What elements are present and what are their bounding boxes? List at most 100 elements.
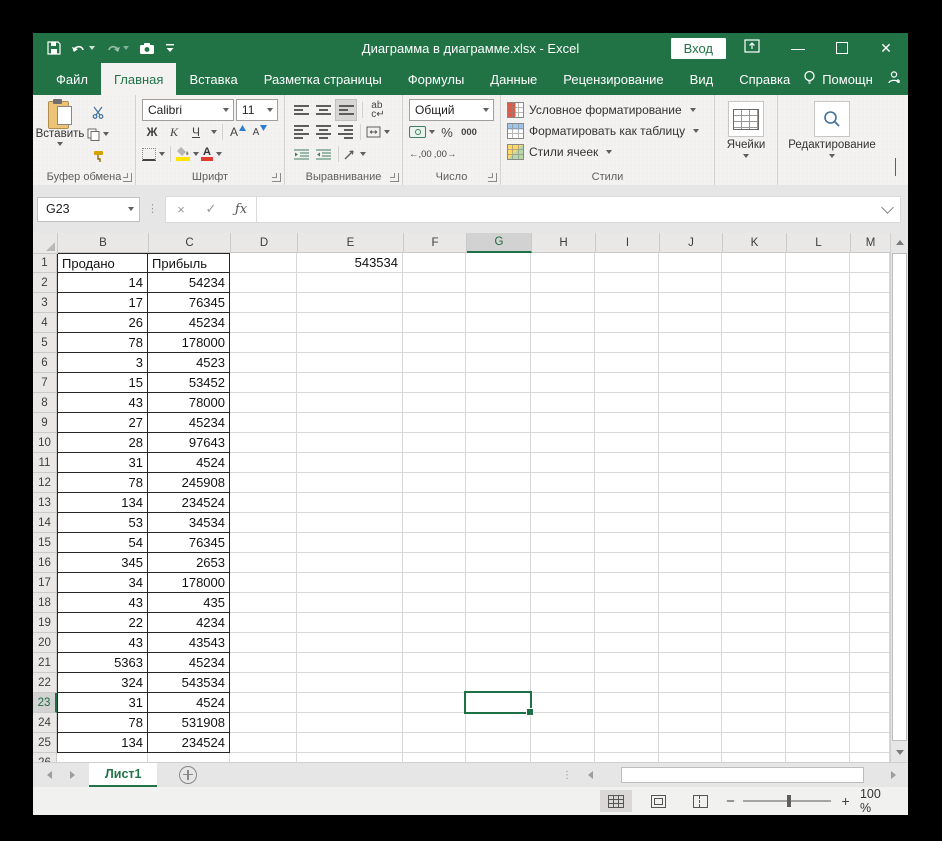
cell-I22[interactable]: [595, 673, 659, 693]
cell-H10[interactable]: [531, 433, 595, 453]
cell-H23[interactable]: [531, 693, 595, 713]
row-header-5[interactable]: 5: [33, 333, 57, 353]
row-header-19[interactable]: 19: [33, 613, 57, 633]
cell-J9[interactable]: [659, 413, 722, 433]
cell-I26[interactable]: [595, 753, 659, 762]
cell-E8[interactable]: [297, 393, 403, 413]
cell-E7[interactable]: [297, 373, 403, 393]
tab-файл[interactable]: Файл: [43, 63, 101, 95]
cell-I1[interactable]: [595, 253, 659, 273]
cell-M21[interactable]: [850, 653, 890, 673]
cell-D18[interactable]: [230, 593, 297, 613]
format-as-table-button[interactable]: Форматировать как таблицу: [501, 120, 714, 141]
cell-I10[interactable]: [595, 433, 659, 453]
cell-B5[interactable]: 78: [57, 333, 148, 353]
cell-D22[interactable]: [230, 673, 297, 693]
cell-F16[interactable]: [403, 553, 466, 573]
font-color-button[interactable]: А: [201, 144, 222, 164]
cell-J14[interactable]: [659, 513, 722, 533]
cell-H26[interactable]: [531, 753, 595, 762]
cell-B12[interactable]: 78: [57, 473, 148, 493]
cell-H1[interactable]: [531, 253, 595, 273]
page-break-view-button[interactable]: [684, 790, 716, 812]
save-icon[interactable]: [47, 41, 61, 55]
cell-G3[interactable]: [466, 293, 531, 313]
cell-D6[interactable]: [230, 353, 297, 373]
cell-E12[interactable]: [297, 473, 403, 493]
cell-E15[interactable]: [297, 533, 403, 553]
zoom-out-button[interactable]: −: [718, 793, 743, 810]
cell-M25[interactable]: [850, 733, 890, 753]
cell-M10[interactable]: [850, 433, 890, 453]
cell-I16[interactable]: [595, 553, 659, 573]
vertical-scrollbar[interactable]: [890, 233, 908, 762]
align-center-button[interactable]: [313, 122, 333, 142]
tab-scroll-splitter[interactable]: ⋮: [562, 774, 572, 777]
cell-L9[interactable]: [786, 413, 850, 433]
cell-C20[interactable]: 43543: [148, 633, 230, 653]
cell-D20[interactable]: [230, 633, 297, 653]
underline-button[interactable]: Ч: [186, 122, 206, 142]
help-lightbulb-icon[interactable]: [803, 70, 816, 89]
align-middle-button[interactable]: [313, 100, 333, 120]
cell-G12[interactable]: [466, 473, 531, 493]
cell-B19[interactable]: 22: [57, 613, 148, 633]
cell-C22[interactable]: 543534: [148, 673, 230, 693]
percent-style-button[interactable]: %: [437, 122, 457, 142]
cell-E26[interactable]: [297, 753, 403, 762]
tab-вставка[interactable]: Вставка: [176, 63, 250, 95]
cell-I20[interactable]: [595, 633, 659, 653]
column-header-J[interactable]: J: [660, 233, 723, 253]
add-sheet-button[interactable]: [179, 766, 197, 784]
cell-B25[interactable]: 134: [57, 733, 148, 753]
cell-F15[interactable]: [403, 533, 466, 553]
cell-M22[interactable]: [850, 673, 890, 693]
italic-button[interactable]: К: [164, 122, 184, 142]
conditional-formatting-button[interactable]: Условное форматирование: [501, 99, 714, 120]
cell-F13[interactable]: [403, 493, 466, 513]
clipboard-dialog-launcher[interactable]: [123, 173, 132, 182]
cell-G8[interactable]: [466, 393, 531, 413]
cell-D15[interactable]: [230, 533, 297, 553]
cell-B14[interactable]: 53: [57, 513, 148, 533]
cell-K7[interactable]: [722, 373, 786, 393]
cell-K11[interactable]: [722, 453, 786, 473]
row-header-1[interactable]: 1: [33, 253, 57, 273]
cell-J25[interactable]: [659, 733, 722, 753]
cell-J21[interactable]: [659, 653, 722, 673]
cell-I9[interactable]: [595, 413, 659, 433]
align-left-button[interactable]: [291, 122, 311, 142]
cell-L6[interactable]: [786, 353, 850, 373]
cell-K19[interactable]: [722, 613, 786, 633]
zoom-slider[interactable]: [743, 800, 831, 802]
cell-I5[interactable]: [595, 333, 659, 353]
tab-главная[interactable]: Главная: [101, 63, 176, 95]
cell-B10[interactable]: 28: [57, 433, 148, 453]
cell-C21[interactable]: 45234: [148, 653, 230, 673]
cell-D8[interactable]: [230, 393, 297, 413]
zoom-in-button[interactable]: +: [831, 793, 860, 809]
cell-E9[interactable]: [297, 413, 403, 433]
share-person-icon[interactable]: [887, 70, 902, 88]
cell-I23[interactable]: [595, 693, 659, 713]
cell-B23[interactable]: 31: [57, 693, 148, 713]
cell-J7[interactable]: [659, 373, 722, 393]
cell-M18[interactable]: [850, 593, 890, 613]
cell-I18[interactable]: [595, 593, 659, 613]
cell-F14[interactable]: [403, 513, 466, 533]
cell-styles-button[interactable]: Стили ячеек: [501, 141, 714, 162]
cell-M2[interactable]: [850, 273, 890, 293]
cell-L21[interactable]: [786, 653, 850, 673]
cell-K5[interactable]: [722, 333, 786, 353]
cell-D26[interactable]: [230, 753, 297, 762]
cell-K16[interactable]: [722, 553, 786, 573]
cell-J8[interactable]: [659, 393, 722, 413]
cell-J3[interactable]: [659, 293, 722, 313]
cell-L17[interactable]: [786, 573, 850, 593]
row-header-9[interactable]: 9: [33, 413, 57, 433]
prev-sheet-icon[interactable]: [47, 771, 52, 779]
cut-button[interactable]: [87, 102, 109, 122]
cell-G19[interactable]: [466, 613, 531, 633]
row-header-26[interactable]: 26: [33, 753, 57, 762]
cell-D1[interactable]: [230, 253, 297, 273]
